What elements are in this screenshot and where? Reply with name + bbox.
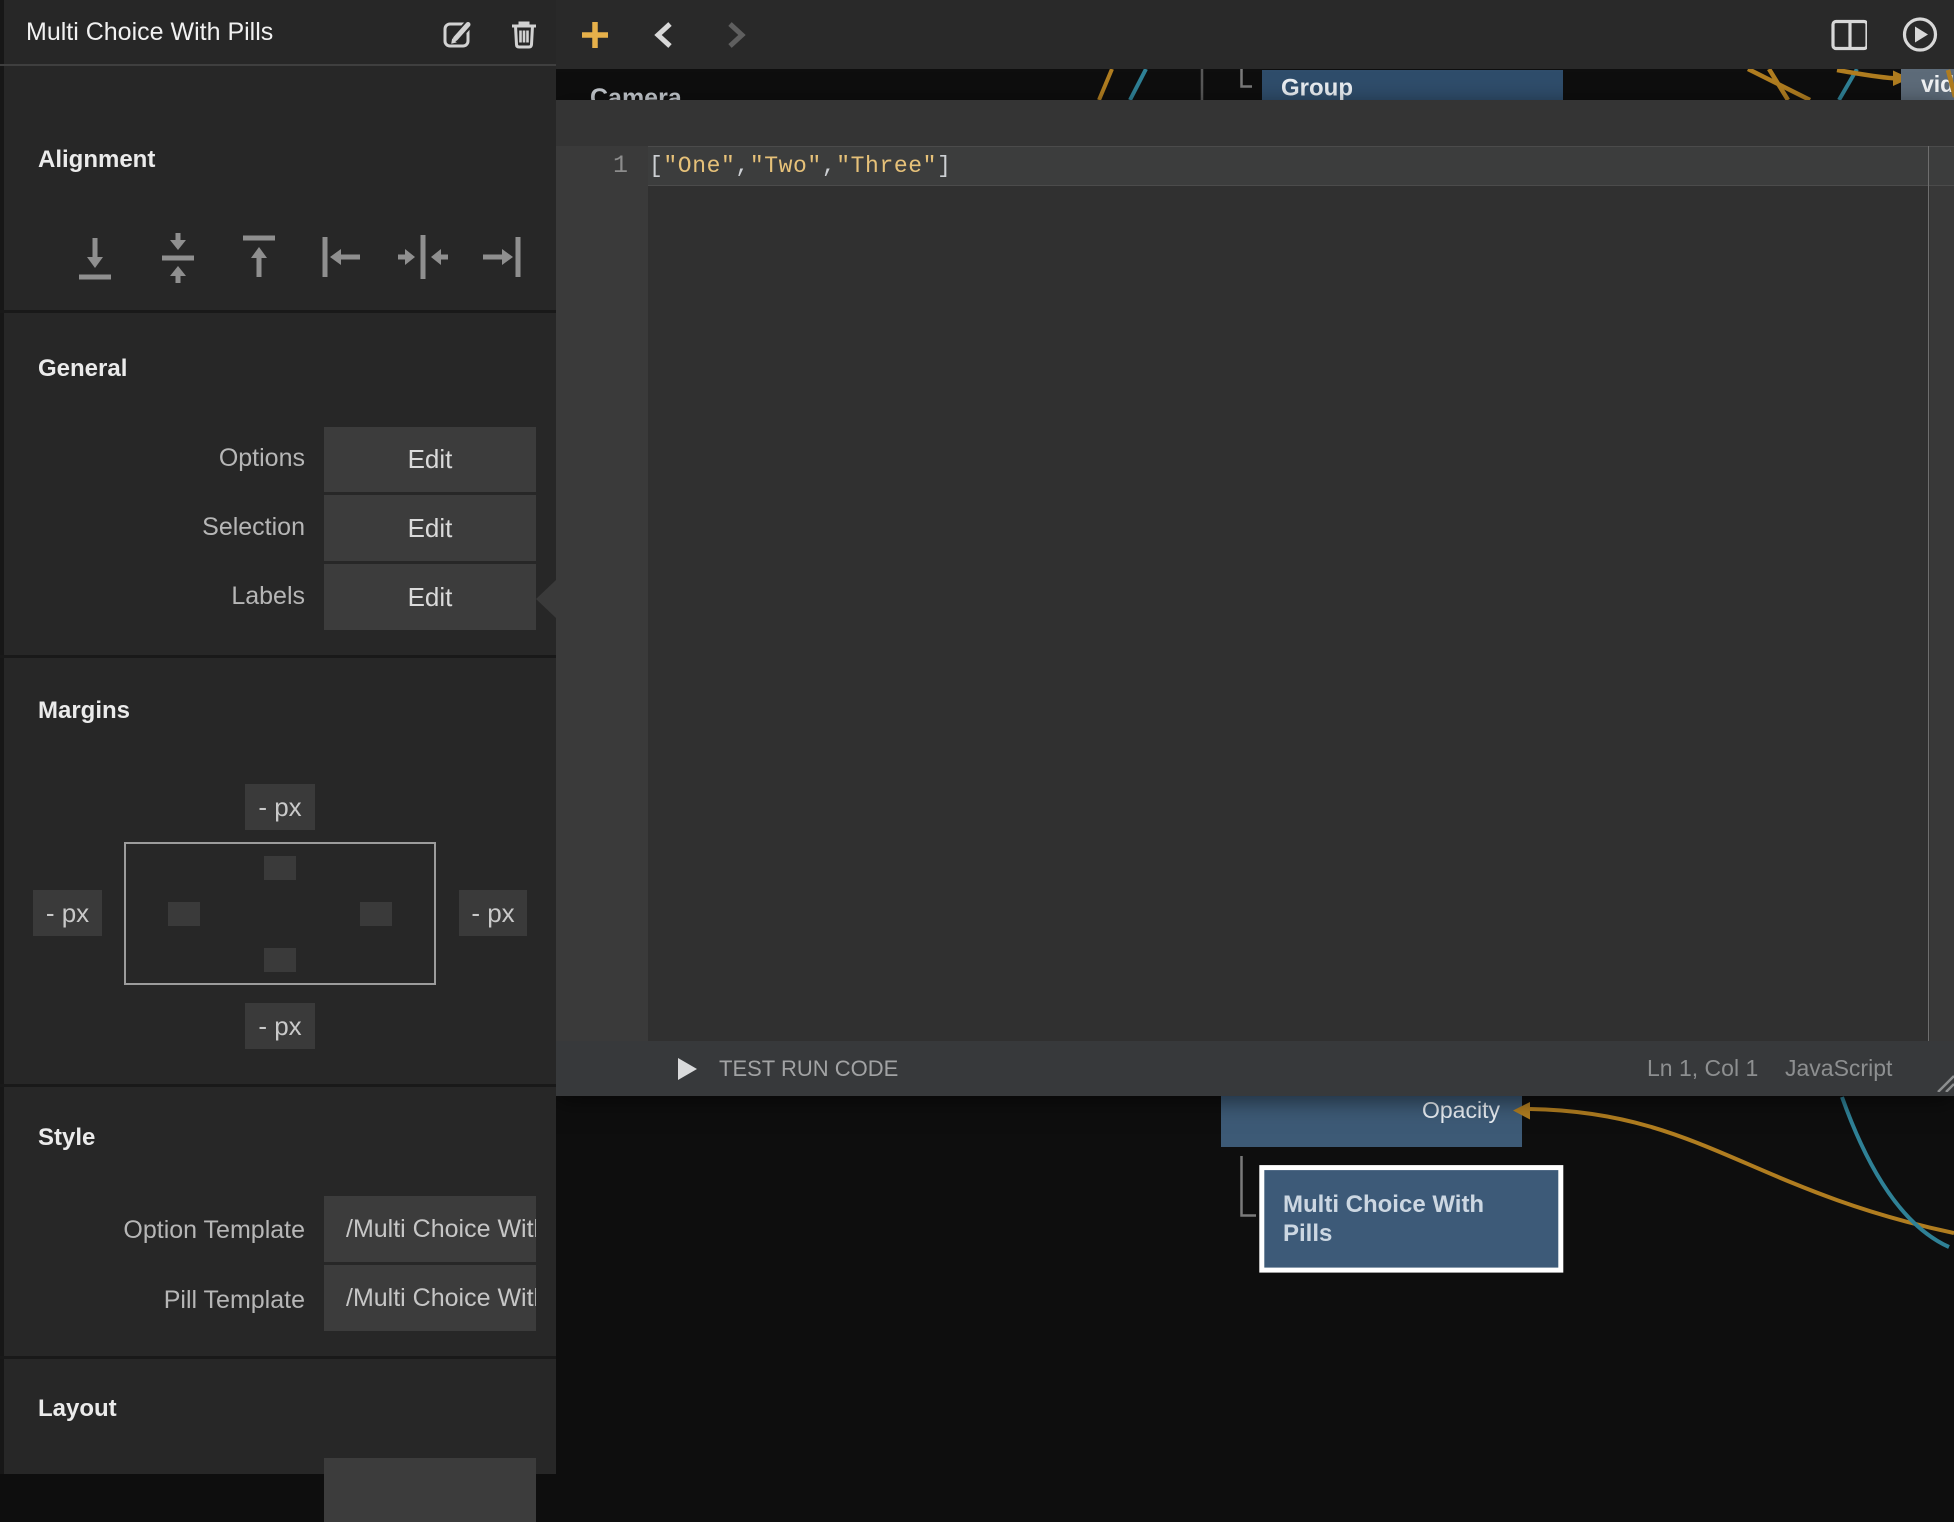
svg-text:Group: Group xyxy=(1281,75,1353,102)
svg-text:Opacity: Opacity xyxy=(1422,1097,1500,1123)
svg-text:Pills: Pills xyxy=(1283,1220,1332,1247)
svg-text:Multi Choice With: Multi Choice With xyxy=(1283,1191,1484,1218)
